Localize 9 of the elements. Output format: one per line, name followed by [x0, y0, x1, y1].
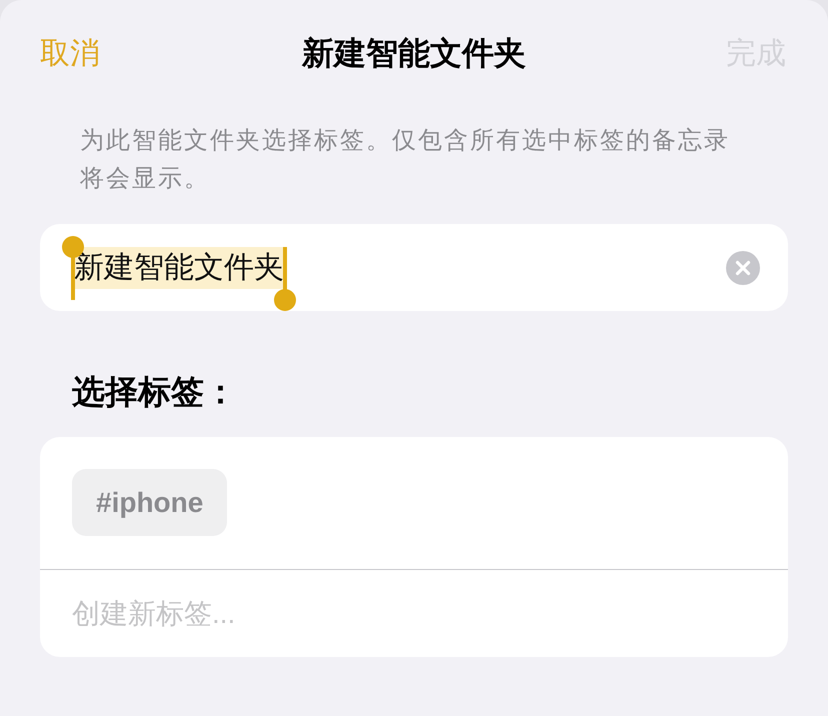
description-text: 为此智能文件夹选择标签。仅包含所有选中标签的备忘录将会显示。	[80, 126, 731, 194]
name-field-text: 新建智能文件夹	[73, 246, 285, 288]
tag-chip[interactable]: #iphone	[72, 469, 228, 536]
name-field[interactable]: 新建智能文件夹	[40, 224, 788, 311]
new-tag-field[interactable]: 创建新标签...	[40, 570, 788, 657]
cancel-button[interactable]: 取消	[40, 30, 100, 76]
clear-icon	[726, 250, 760, 284]
section-heading: 选择标签：	[72, 372, 237, 412]
sheet-title: 新建智能文件夹	[302, 34, 526, 73]
